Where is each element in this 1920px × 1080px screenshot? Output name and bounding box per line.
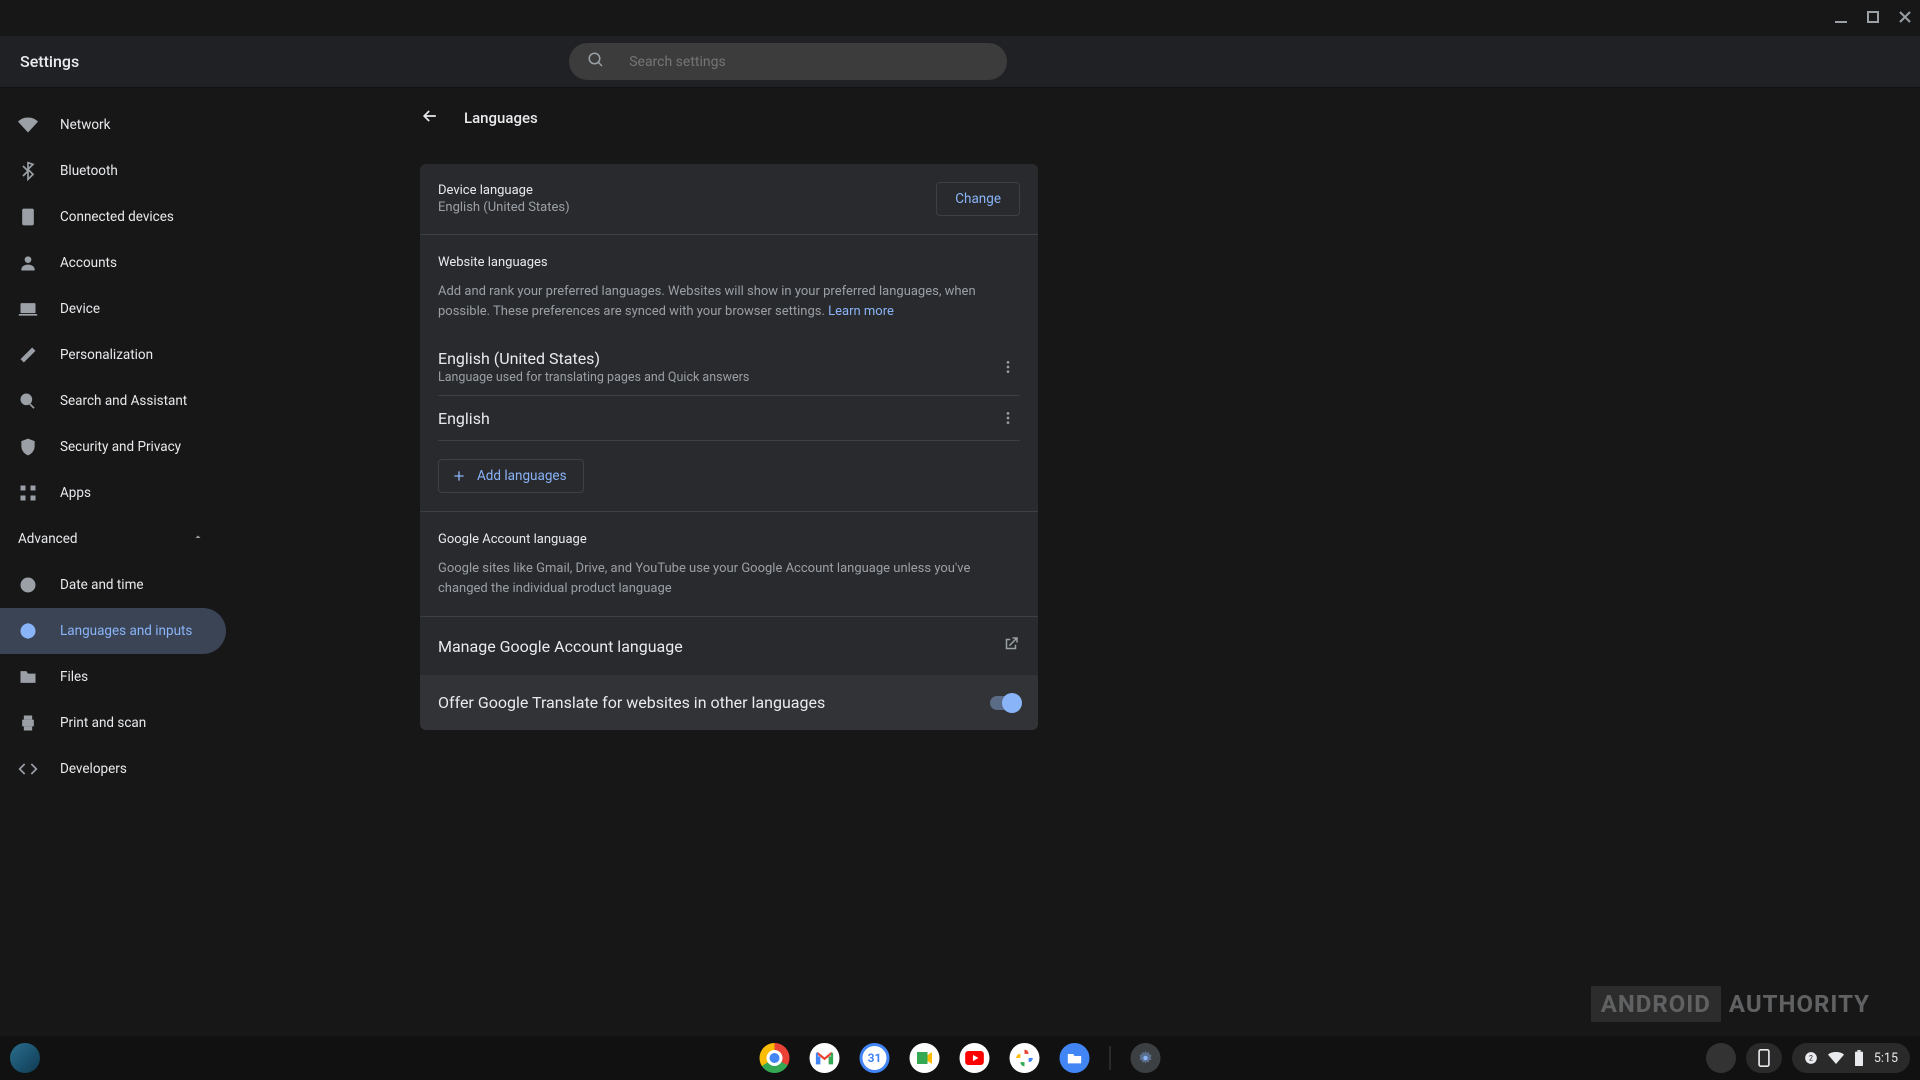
sidebar-item-label: Files (60, 669, 88, 685)
language-name: English (438, 409, 490, 428)
sidebar-item-label: Connected devices (60, 209, 174, 225)
sidebar-advanced-heading[interactable]: Advanced (0, 516, 226, 562)
website-lang-heading: Website languages (420, 235, 1038, 282)
settings-icon[interactable] (1131, 1043, 1161, 1073)
manage-account-language-row[interactable]: Manage Google Account language (420, 616, 1038, 675)
meet-icon[interactable] (910, 1043, 940, 1073)
translate-toggle-row: Offer Google Translate for websites in o… (420, 675, 1038, 730)
sidebar-item-label: Date and time (60, 577, 144, 593)
app-title: Settings (20, 52, 79, 71)
battery-icon (1854, 1050, 1864, 1066)
sidebar-item-connected[interactable]: Connected devices (0, 194, 226, 240)
sidebar: Network Bluetooth Connected devices Acco… (0, 88, 226, 1036)
window-titlebar (0, 0, 1920, 36)
language-row: English (United States) Language used fo… (438, 339, 1020, 396)
close-icon[interactable] (1898, 9, 1912, 28)
svg-text:2: 2 (1809, 1054, 1813, 1062)
calendar-icon[interactable]: 31 (860, 1043, 890, 1073)
page-title: Languages (464, 109, 538, 127)
sidebar-item-device[interactable]: Device (0, 286, 226, 332)
more-icon[interactable] (996, 355, 1020, 379)
content: Languages Device language English (Unite… (420, 106, 1038, 1036)
sidebar-item-label: Apps (60, 485, 91, 501)
device-language-value: English (United States) (438, 200, 570, 215)
watermark: ANDROIDAUTHORITY (1591, 986, 1870, 1022)
sidebar-item-accounts[interactable]: Accounts (0, 240, 226, 286)
account-lang-heading: Google Account language (420, 512, 1038, 559)
sidebar-item-label: Network (60, 117, 110, 133)
shelf: 31 2 5:15 (0, 1036, 1920, 1080)
more-icon[interactable] (996, 406, 1020, 430)
sidebar-item-network[interactable]: Network (0, 102, 226, 148)
chevron-up-icon (192, 531, 204, 547)
files-icon[interactable] (1060, 1043, 1090, 1073)
sidebar-item-label: Bluetooth (60, 163, 118, 179)
notification-badge-icon: 2 (1804, 1051, 1818, 1065)
sidebar-item-label: Personalization (60, 347, 153, 363)
sidebar-item-apps[interactable]: Apps (0, 470, 226, 516)
add-languages-label: Add languages (477, 468, 567, 484)
add-languages-button[interactable]: Add languages (438, 459, 584, 493)
sidebar-item-search[interactable]: Search and Assistant (0, 378, 226, 424)
youtube-icon[interactable] (960, 1043, 990, 1073)
external-link-icon (1002, 635, 1020, 657)
sidebar-heading-label: Advanced (18, 531, 78, 547)
account-lang-desc: Google sites like Gmail, Drive, and YouT… (420, 559, 1038, 616)
back-icon[interactable] (420, 106, 440, 130)
status-tray[interactable]: 2 5:15 (1792, 1043, 1910, 1073)
search-icon (587, 51, 605, 73)
sidebar-item-label: Search and Assistant (60, 393, 187, 409)
sidebar-item-label: Print and scan (60, 715, 146, 731)
sidebar-item-label: Accounts (60, 255, 117, 271)
language-name: English (United States) (438, 349, 749, 368)
app-header: Settings (0, 36, 1920, 88)
sidebar-item-files[interactable]: Files (0, 654, 226, 700)
avatar[interactable] (1706, 1043, 1736, 1073)
maximize-icon[interactable] (1866, 9, 1880, 28)
sidebar-item-label: Device (60, 301, 100, 317)
sidebar-item-security[interactable]: Security and Privacy (0, 424, 226, 470)
chrome-icon[interactable] (760, 1043, 790, 1073)
gmail-icon[interactable] (810, 1043, 840, 1073)
sidebar-item-bluetooth[interactable]: Bluetooth (0, 148, 226, 194)
phone-hub-icon[interactable] (1746, 1043, 1782, 1073)
photos-icon[interactable] (1010, 1043, 1040, 1073)
clock: 5:15 (1874, 1051, 1898, 1066)
launcher-icon[interactable] (10, 1043, 40, 1073)
website-lang-desc: Add and rank your preferred languages. W… (420, 282, 1038, 339)
wifi-icon (1828, 1052, 1844, 1064)
manage-label: Manage Google Account language (438, 637, 683, 656)
sidebar-item-label: Security and Privacy (60, 439, 181, 455)
search-input[interactable] (629, 54, 989, 70)
device-language-label: Device language (438, 183, 570, 198)
sidebar-item-languages[interactable]: Languages and inputs (0, 608, 226, 654)
translate-toggle-label: Offer Google Translate for websites in o… (438, 693, 825, 712)
sidebar-item-label: Developers (60, 761, 127, 777)
translate-toggle[interactable] (990, 696, 1020, 710)
language-row: English (438, 396, 1020, 441)
change-button[interactable]: Change (936, 182, 1020, 216)
sidebar-item-datetime[interactable]: Date and time (0, 562, 226, 608)
sidebar-item-label: Languages and inputs (60, 623, 192, 639)
language-note: Language used for translating pages and … (438, 370, 749, 385)
learn-more-link[interactable]: Learn more (828, 304, 894, 319)
search-bar[interactable] (569, 43, 1007, 80)
minimize-icon[interactable] (1834, 9, 1848, 28)
sidebar-item-personalization[interactable]: Personalization (0, 332, 226, 378)
sidebar-item-developers[interactable]: Developers (0, 746, 226, 792)
sidebar-item-print[interactable]: Print and scan (0, 700, 226, 746)
